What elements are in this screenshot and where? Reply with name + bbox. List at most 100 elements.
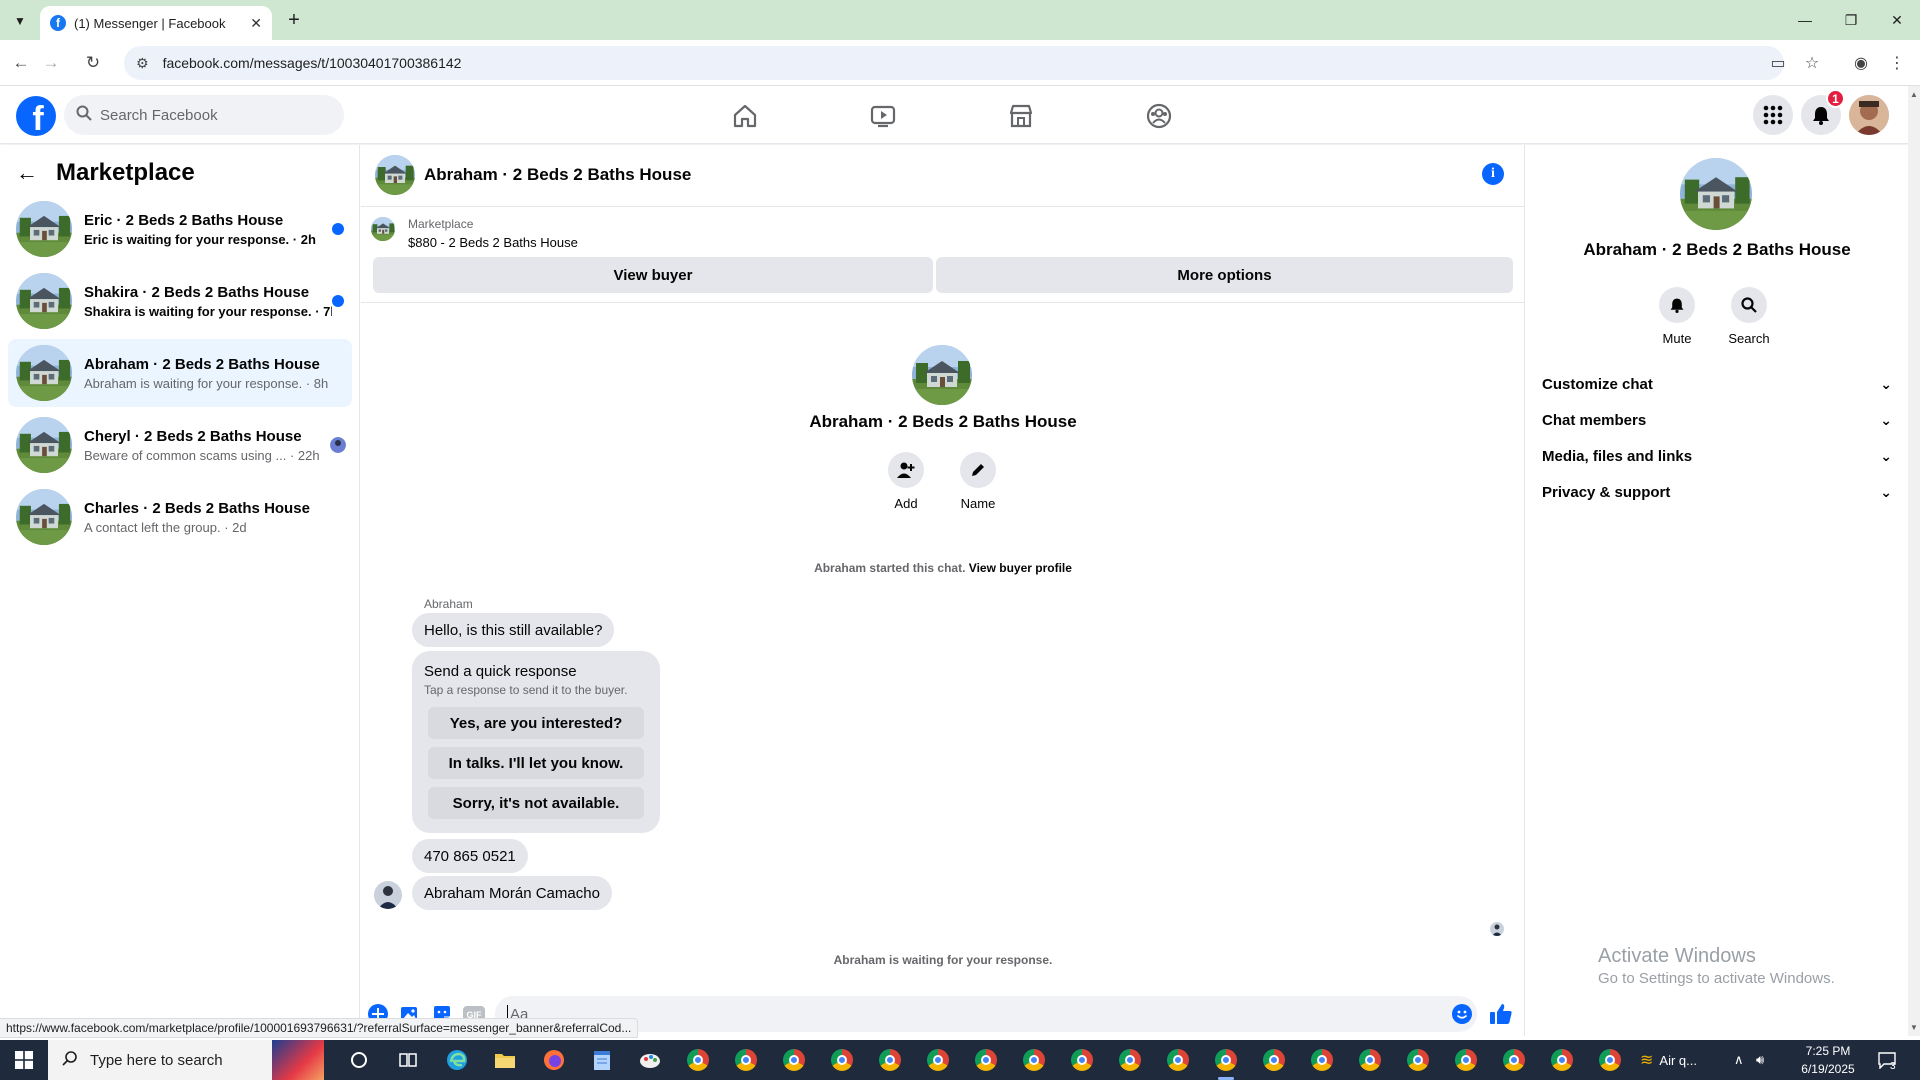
name-label: Name	[960, 496, 996, 511]
scroll-down-icon[interactable]: ▼	[1910, 1023, 1918, 1032]
volume-icon[interactable]: 🔊︎	[1756, 1040, 1764, 1080]
info-icon[interactable]: i	[1482, 163, 1504, 185]
forward-arrow-icon[interactable]: →	[38, 50, 64, 76]
chrome-window-icon[interactable]	[1404, 1046, 1432, 1074]
tab-search-chevron-icon[interactable]: ▼	[8, 9, 32, 33]
chrome-window-icon[interactable]	[1260, 1046, 1288, 1074]
section-media-files-links[interactable]: Media, files and links ⌄	[1542, 438, 1892, 474]
emoji-icon[interactable]	[1451, 1003, 1473, 1025]
notifications-bell-icon[interactable]: 1	[1801, 89, 1845, 135]
address-bar[interactable]: ⚙ facebook.com/messages/t/10030401700386…	[124, 46, 1784, 80]
conversation-item-shakira[interactable]: Shakira · 2 Beds 2 Baths House Shakira i…	[8, 267, 352, 335]
chrome-window-icon[interactable]	[1548, 1046, 1576, 1074]
chrome-window-icon[interactable]	[1500, 1046, 1528, 1074]
chrome-window-icon[interactable]	[1356, 1046, 1384, 1074]
facebook-search-input[interactable]: Search Facebook	[64, 95, 344, 135]
view-buyer-button[interactable]: View buyer	[373, 257, 933, 293]
taskbar-search-input[interactable]: Type here to search	[48, 1040, 324, 1080]
browser-toolbar: ← → ↻ ⚙ facebook.com/messages/t/10030401…	[0, 40, 1920, 86]
site-settings-icon[interactable]: ⚙	[136, 55, 149, 72]
chrome-window-icon[interactable]	[1068, 1046, 1096, 1074]
message-bubble[interactable]: Abraham Morán Camacho	[412, 876, 612, 910]
edge-icon[interactable]	[443, 1046, 471, 1074]
chrome-window-icon[interactable]	[924, 1046, 952, 1074]
message-input[interactable]: Aa	[495, 996, 1477, 1032]
message-bubble[interactable]: Hello, is this still available?	[412, 613, 615, 647]
action-center-icon[interactable]: 3	[1878, 1040, 1896, 1080]
minimize-icon[interactable]: —	[1790, 8, 1820, 32]
install-app-icon[interactable]: ▭	[1767, 52, 1789, 74]
weather-widget[interactable]: ≋ Air q...	[1640, 1040, 1697, 1080]
chrome-window-icon[interactable]	[780, 1046, 808, 1074]
thumbs-up-icon[interactable]	[1488, 1001, 1514, 1027]
chrome-window-icon[interactable]	[1164, 1046, 1192, 1074]
conversation-item-charles[interactable]: Charles · 2 Beds 2 Baths House A contact…	[8, 483, 352, 551]
view-buyer-profile-link[interactable]: View buyer profile	[969, 561, 1072, 575]
chrome-window-icon[interactable]	[1020, 1046, 1048, 1074]
paint-icon[interactable]	[636, 1046, 664, 1074]
profile-icon[interactable]: ◉	[1850, 52, 1872, 74]
account-avatar[interactable]	[1849, 95, 1889, 135]
search-conversation-button[interactable]: Search	[1719, 287, 1779, 346]
video-icon[interactable]	[863, 96, 903, 136]
more-options-button[interactable]: More options	[936, 257, 1513, 293]
conversation-item-cheryl[interactable]: Cheryl · 2 Beds 2 Baths House Beware of …	[8, 411, 352, 479]
scroll-up-icon[interactable]: ▲	[1910, 90, 1918, 99]
chat-title[interactable]: Abraham · 2 Beds 2 Baths House	[424, 165, 691, 185]
conversation-item-abraham[interactable]: Abraham · 2 Beds 2 Baths House Abraham i…	[8, 339, 352, 407]
firefox-icon[interactable]	[540, 1046, 568, 1074]
restore-icon[interactable]: ❐	[1836, 8, 1866, 32]
section-customize-chat[interactable]: Customize chat ⌄	[1542, 366, 1892, 402]
chrome-window-icon[interactable]	[684, 1046, 712, 1074]
name-chat-button[interactable]: Name	[948, 452, 1008, 511]
add-people-button[interactable]: Add	[876, 452, 936, 511]
cortana-icon[interactable]	[345, 1046, 373, 1074]
seen-avatar	[330, 437, 346, 453]
quick-reply-button[interactable]: Sorry, it's not available.	[428, 787, 644, 819]
quick-reply-button[interactable]: In talks. I'll let you know.	[428, 747, 644, 779]
chrome-window-icon[interactable]	[1116, 1046, 1144, 1074]
reload-icon[interactable]: ↻	[80, 50, 106, 76]
tab-close-icon[interactable]: ✕	[250, 15, 262, 32]
mute-button[interactable]: Mute	[1647, 287, 1707, 346]
file-explorer-icon[interactable]	[491, 1046, 519, 1074]
section-chat-members[interactable]: Chat members ⌄	[1542, 402, 1892, 438]
groups-icon[interactable]	[1139, 96, 1179, 136]
conversation-preview: Beware of common scams using ...	[84, 447, 287, 463]
back-arrow-icon[interactable]: ←	[8, 50, 34, 76]
chat-avatar[interactable]	[375, 155, 415, 195]
home-icon[interactable]	[725, 96, 765, 136]
browser-tab-messenger[interactable]: f (1) Messenger | Facebook ✕	[40, 6, 272, 40]
chrome-window-icon[interactable]	[828, 1046, 856, 1074]
conversation-item-eric[interactable]: Eric · 2 Beds 2 Baths House Eric is wait…	[8, 195, 352, 263]
started-text: Abraham started this chat.	[814, 561, 966, 575]
facebook-logo-icon[interactable]: f	[16, 96, 56, 136]
back-arrow-icon[interactable]: ←	[16, 160, 38, 186]
new-tab-plus-icon[interactable]: +	[282, 8, 306, 32]
taskbar-clock[interactable]: 7:25 PM 6/19/2025	[1786, 1042, 1870, 1078]
chrome-window-icon[interactable]	[876, 1046, 904, 1074]
tray-chevron-up-icon[interactable]: ∧	[1734, 1040, 1744, 1080]
chrome-window-icon[interactable]	[732, 1046, 760, 1074]
chrome-window-icon[interactable]	[1596, 1046, 1624, 1074]
task-view-icon[interactable]	[394, 1046, 422, 1074]
browser-menu-icon[interactable]: ⋮	[1886, 52, 1908, 74]
notepad-icon[interactable]	[588, 1046, 616, 1074]
menu-grid-icon[interactable]	[1753, 95, 1793, 135]
chrome-window-icon[interactable]	[972, 1046, 1000, 1074]
chrome-window-icon-active[interactable]	[1212, 1046, 1240, 1080]
chrome-window-icon[interactable]	[1308, 1046, 1336, 1074]
page-scrollbar[interactable]: ▲ ▼	[1908, 86, 1920, 1036]
quick-reply-button[interactable]: Yes, are you interested?	[428, 707, 644, 739]
unread-dot-icon	[332, 223, 344, 235]
search-placeholder: Search Facebook	[100, 106, 218, 124]
bookmark-star-icon[interactable]: ☆	[1801, 52, 1823, 74]
chat-started-note: Abraham started this chat. View buyer pr…	[361, 561, 1525, 575]
chrome-window-icon[interactable]	[1452, 1046, 1480, 1074]
windows-start-icon[interactable]	[0, 1040, 48, 1080]
conversation-preview: Shakira is waiting for your response.	[84, 303, 312, 319]
message-bubble[interactable]: 470 865 0521	[412, 839, 528, 873]
window-close-icon[interactable]: ✕	[1882, 8, 1912, 32]
section-privacy-support[interactable]: Privacy & support ⌄	[1542, 474, 1892, 510]
marketplace-icon[interactable]	[1001, 96, 1041, 136]
